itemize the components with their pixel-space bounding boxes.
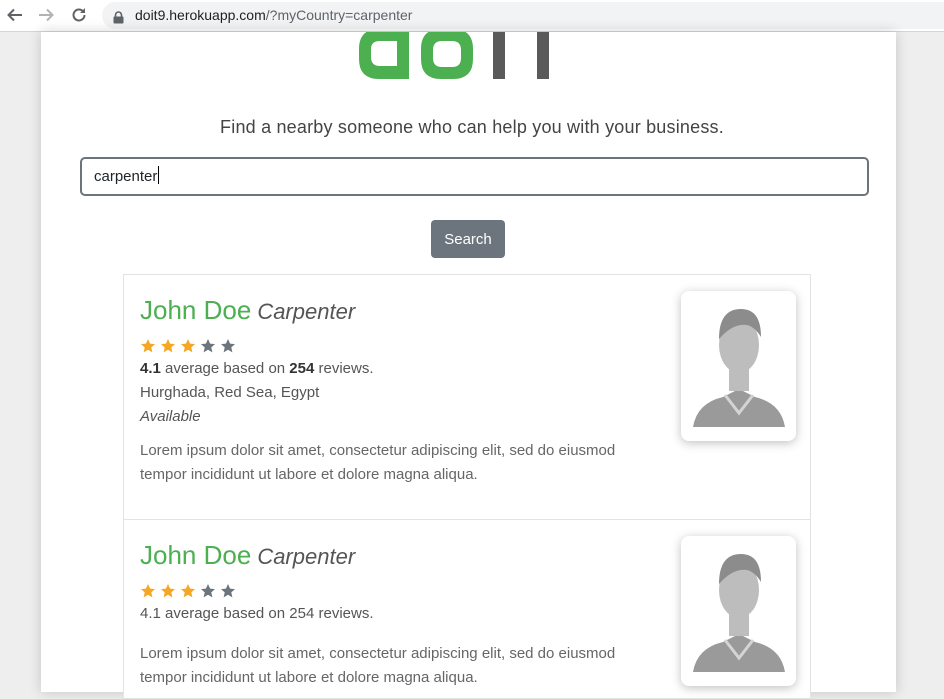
star-icon <box>181 584 195 598</box>
star-empty-icon <box>201 584 215 598</box>
review-count: 254 <box>289 360 315 377</box>
text-caret <box>158 166 160 184</box>
rating-value: 4.1 <box>140 360 161 377</box>
browser-toolbar: doit9.herokuapp.com/?myCountry=carpenter <box>0 0 944 32</box>
person-placeholder-icon <box>693 554 785 672</box>
lock-icon <box>113 9 124 28</box>
result-description: Lorem ipsum dolor sit amet, consectetur … <box>140 645 616 686</box>
search-button[interactable]: Search <box>431 220 505 258</box>
result-name[interactable]: John Doe <box>140 540 251 570</box>
star-rating <box>140 338 236 354</box>
tagline: Find a nearby someone who can help you w… <box>220 117 724 137</box>
back-icon[interactable] <box>4 4 26 26</box>
address-bar[interactable]: doit9.herokuapp.com/?myCountry=carpenter <box>102 2 944 29</box>
star-icon <box>161 339 175 353</box>
star-rating <box>140 583 236 599</box>
url-text: doit9.herokuapp.com/?myCountry=carpenter <box>135 7 412 23</box>
rating-text: average based on <box>160 360 290 377</box>
doit-logo[interactable] <box>351 32 551 84</box>
rating-summary: 4.1 average based on 254 reviews. <box>140 605 374 622</box>
location: Hurghada, Red Sea, Egypt <box>140 384 320 401</box>
availability-status: Available <box>140 408 201 425</box>
result-role: Carpenter <box>257 299 356 324</box>
forward-icon[interactable] <box>35 4 57 26</box>
star-empty-icon <box>221 339 235 353</box>
url-host: doit9.herokuapp.com <box>135 7 266 23</box>
result-name[interactable]: John Doe <box>140 295 251 325</box>
result-title: John Doe Carpenter <box>140 295 355 326</box>
star-icon <box>141 584 155 598</box>
rating-summary: 4.1 average based on 254 reviews. <box>140 360 374 377</box>
result-description: Lorem ipsum dolor sit amet, consectetur … <box>140 442 616 483</box>
star-icon <box>141 339 155 353</box>
star-icon <box>181 339 195 353</box>
reload-icon[interactable] <box>68 4 90 26</box>
star-empty-icon <box>201 339 215 353</box>
result-card[interactable]: John Doe Carpenter 4.1 average based on 2… <box>123 519 811 699</box>
search-input[interactable]: carpenter <box>80 157 869 196</box>
avatar[interactable] <box>681 291 796 441</box>
result-card[interactable]: John Doe Carpenter 4.1 average based on 2… <box>123 274 811 520</box>
url-path: /?myCountry=carpenter <box>265 7 413 23</box>
person-placeholder-icon <box>693 309 785 427</box>
result-title: John Doe Carpenter <box>140 540 355 571</box>
result-role: Carpenter <box>257 544 356 569</box>
reviews-text: reviews. <box>314 360 374 377</box>
search-input-value: carpenter <box>94 168 158 185</box>
star-icon <box>161 584 175 598</box>
avatar[interactable] <box>681 536 796 686</box>
star-empty-icon <box>221 584 235 598</box>
